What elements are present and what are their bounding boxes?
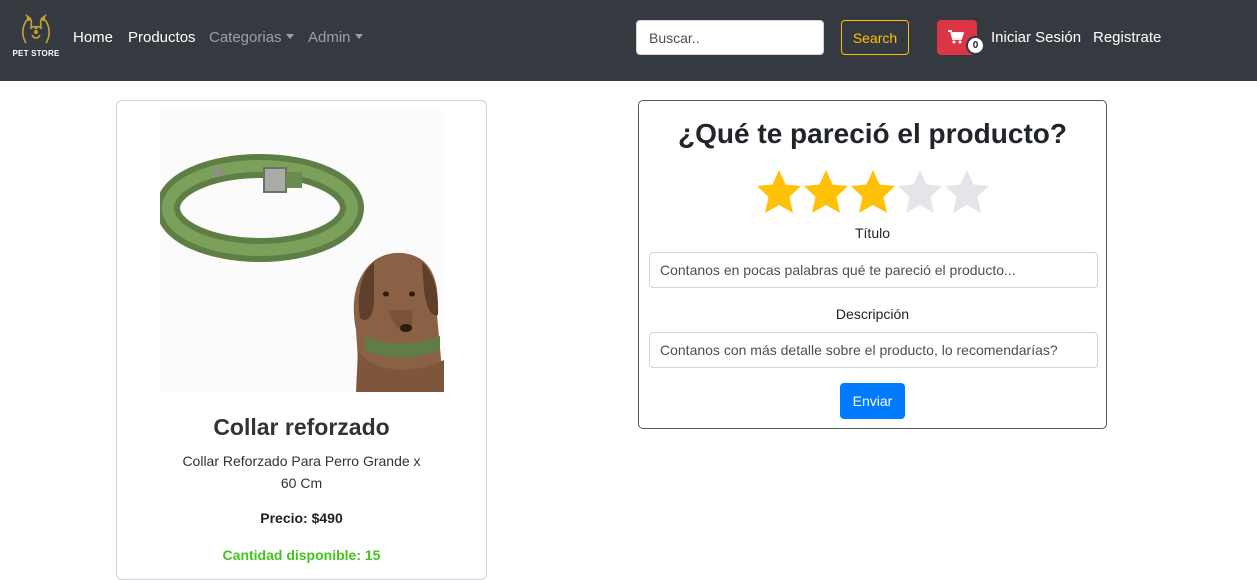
star-icon[interactable] xyxy=(944,169,990,215)
title-label: Título xyxy=(854,225,890,241)
star-rating[interactable] xyxy=(756,169,991,215)
collar-and-dog-illustration xyxy=(160,110,444,392)
shopping-cart-icon xyxy=(948,30,964,44)
star-icon[interactable] xyxy=(803,169,849,215)
caret-down-icon xyxy=(285,34,294,39)
logo-text: PET STORE xyxy=(12,49,60,58)
pet-store-logo-icon xyxy=(22,13,50,44)
nav-home[interactable]: Home xyxy=(73,29,113,47)
star-icon[interactable] xyxy=(756,169,802,215)
submit-review-button[interactable]: Enviar xyxy=(840,383,905,419)
search-button[interactable]: Search xyxy=(841,20,909,55)
star-icon[interactable] xyxy=(850,169,896,215)
search-input[interactable] xyxy=(636,20,824,55)
review-form: ¿Qué te pareció el producto? Título Desc… xyxy=(638,100,1107,429)
nav-products[interactable]: Productos xyxy=(128,29,196,47)
product-description: Collar Reforzado Para Perro Grande x 60 … xyxy=(182,453,421,491)
pet-store-logo[interactable]: PET STORE xyxy=(12,13,60,61)
nav-categories-dropdown[interactable]: Categorias xyxy=(209,29,294,47)
description-label: Descripción xyxy=(835,306,910,322)
review-description-input[interactable] xyxy=(649,332,1098,368)
product-price: Precio: $490 xyxy=(260,510,343,526)
star-icon[interactable] xyxy=(897,169,943,215)
nav-login[interactable]: Iniciar Sesión xyxy=(991,29,1081,47)
product-card: Collar reforzado Collar Reforzado Para P… xyxy=(116,100,487,580)
cart-count-badge: 0 xyxy=(966,36,985,55)
product-stock: Cantidad disponible: 15 xyxy=(222,547,381,563)
nav-categories-label: Categorias xyxy=(209,29,282,46)
nav-admin-label: Admin xyxy=(308,29,351,46)
nav-admin-dropdown[interactable]: Admin xyxy=(308,29,363,47)
navbar: PET STORE Home Productos Categorias Admi… xyxy=(0,0,1257,81)
review-heading: ¿Qué te pareció el producto? xyxy=(678,118,1067,149)
product-title: Collar reforzado xyxy=(213,414,390,440)
caret-down-icon xyxy=(354,34,363,39)
nav-register[interactable]: Registrate xyxy=(1093,29,1161,47)
review-title-input[interactable] xyxy=(649,252,1098,288)
product-image xyxy=(160,110,444,392)
